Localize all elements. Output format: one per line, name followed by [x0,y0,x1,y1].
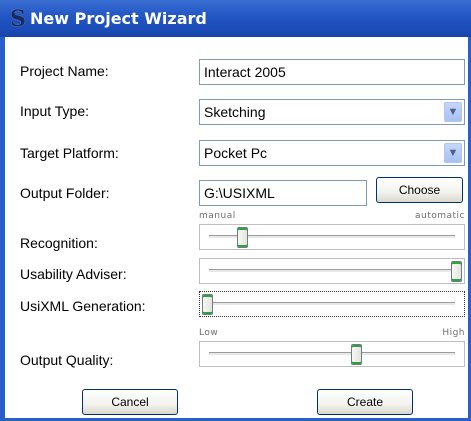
usixml-generation-label: UsiXML Generation: [20,298,146,314]
input-type-value: Sketching [204,104,266,120]
usability-adviser-label: Usability Adviser: [20,266,127,282]
output-folder-input[interactable]: G:\USIXML [199,180,367,206]
target-platform-label: Target Platform: [20,145,119,161]
output-folder-label: Output Folder: [20,185,110,201]
chevron-down-icon[interactable]: ▼ [444,143,462,163]
slider-track [209,269,455,273]
slider-thumb[interactable] [451,261,462,282]
chevron-down-icon[interactable]: ▼ [444,102,462,122]
target-platform-value: Pocket Pc [204,145,268,161]
create-button[interactable]: Create [317,389,413,415]
output-quality-slider[interactable] [199,341,465,367]
usability-adviser-slider[interactable] [199,258,465,284]
title-bar[interactable]: S New Project Wizard [0,0,471,37]
project-name-label: Project Name: [20,63,109,79]
cancel-button[interactable]: Cancel [82,389,178,415]
slider-thumb[interactable] [351,344,363,365]
project-name-input[interactable]: Interact 2005 [199,59,465,85]
recognition-max-label: automatic [414,211,465,221]
recognition-slider[interactable] [199,224,465,250]
input-type-label: Input Type: [20,103,90,119]
output-quality-label: Output Quality: [20,352,114,368]
app-s-logo-icon: S [10,5,26,32]
new-project-wizard-window: S New Project Wizard Project Name: Inter… [0,0,471,421]
slider-thumb[interactable] [202,294,213,315]
input-type-select[interactable]: Sketching ▼ [199,99,465,125]
output-quality-max-label: High [442,328,465,338]
window-title: New Project Wizard [30,9,207,28]
usixml-generation-slider[interactable] [199,291,465,317]
window-frame-left [0,37,5,421]
slider-track [209,302,455,306]
target-platform-select[interactable]: Pocket Pc ▼ [199,140,465,166]
choose-folder-button[interactable]: Choose [376,177,463,203]
recognition-label: Recognition: [20,235,98,251]
slider-track [209,352,455,356]
output-quality-min-label: Low [199,328,219,338]
recognition-min-label: manual [199,211,236,221]
slider-thumb[interactable] [236,227,248,248]
